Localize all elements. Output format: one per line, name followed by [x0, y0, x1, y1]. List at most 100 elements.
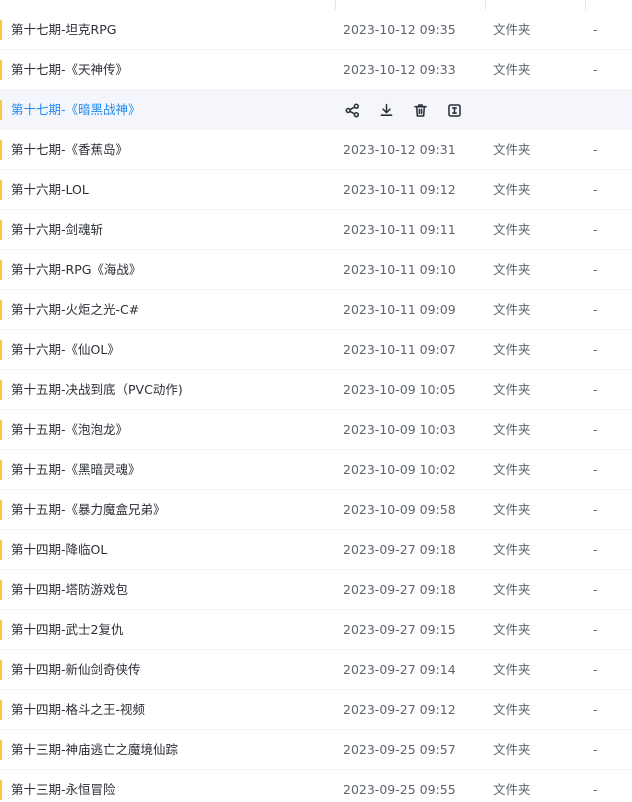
modified-date: 2023-10-11 09:10 [343, 262, 456, 277]
modified-date: 2023-10-11 09:12 [343, 182, 456, 197]
file-type: 文件夹 [493, 782, 531, 797]
modified-date: 2023-10-12 09:35 [343, 22, 456, 37]
folder-marker [0, 380, 2, 400]
table-row[interactable]: 第十四期-格斗之王-视频 2023-09-27 09:12 文件夹 - [0, 690, 632, 730]
file-type: 文件夹 [493, 62, 531, 77]
table-row[interactable]: 第十四期-武士2复仇 2023-09-27 09:15 文件夹 - [0, 610, 632, 650]
modified-date: 2023-10-09 10:02 [343, 462, 456, 477]
file-name[interactable]: 第十六期-RPG《海战》 [11, 250, 141, 290]
folder-marker [0, 60, 2, 80]
row-actions [342, 100, 464, 120]
file-type: 文件夹 [493, 502, 531, 517]
file-size: - [593, 462, 598, 477]
modified-date: 2023-10-11 09:07 [343, 342, 456, 357]
folder-marker [0, 620, 2, 640]
file-type: 文件夹 [493, 622, 531, 637]
modified-date: 2023-10-11 09:11 [343, 222, 456, 237]
file-name[interactable]: 第十五期-《泡泡龙》 [11, 410, 128, 450]
modified-date: 2023-09-27 09:14 [343, 662, 456, 677]
table-row[interactable]: 第十七期-《香蕉岛》 2023-10-12 09:31 文件夹 - [0, 130, 632, 170]
column-divider [485, 0, 486, 10]
file-name[interactable]: 第十三期-神庙逃亡之魔境仙踪 [11, 730, 178, 770]
folder-marker [0, 740, 2, 760]
folder-marker [0, 780, 2, 800]
share-icon[interactable] [342, 100, 362, 120]
file-name[interactable]: 第十四期-降临OL [11, 530, 107, 570]
folder-marker [0, 20, 2, 40]
folder-marker [0, 260, 2, 280]
file-name[interactable]: 第十六期-LOL [11, 170, 89, 210]
table-row[interactable]: 第十三期-神庙逃亡之魔境仙踪 2023-09-25 09:57 文件夹 - [0, 730, 632, 770]
table-row[interactable]: 第十五期-决战到底（PVC动作) 2023-10-09 10:05 文件夹 - [0, 370, 632, 410]
table-row[interactable]: 第十五期-《泡泡龙》 2023-10-09 10:03 文件夹 - [0, 410, 632, 450]
file-name[interactable]: 第十七期-坦克RPG [11, 10, 116, 50]
folder-marker [0, 660, 2, 680]
folder-marker [0, 340, 2, 360]
file-name[interactable]: 第十五期-《暴力魔盒兄弟》 [11, 490, 166, 530]
file-type: 文件夹 [493, 382, 531, 397]
file-name[interactable]: 第十四期-武士2复仇 [11, 610, 123, 650]
table-row[interactable]: 第十五期-《黑暗灵魂》 2023-10-09 10:02 文件夹 - [0, 450, 632, 490]
modified-date: 2023-10-09 10:05 [343, 382, 456, 397]
file-type: 文件夹 [493, 262, 531, 277]
folder-marker [0, 580, 2, 600]
folder-marker [0, 420, 2, 440]
table-row[interactable]: 第十四期-塔防游戏包 2023-09-27 09:18 文件夹 - [0, 570, 632, 610]
table-row[interactable]: 第十五期-《暴力魔盒兄弟》 2023-10-09 09:58 文件夹 - [0, 490, 632, 530]
file-name[interactable]: 第十六期-火炬之光-C# [11, 290, 139, 330]
column-divider [585, 0, 586, 10]
file-name[interactable]: 第十三期-永恒冒险 [11, 770, 116, 802]
table-row[interactable]: 第十六期-《仙OL》 2023-10-11 09:07 文件夹 - [0, 330, 632, 370]
table-row[interactable]: 第十七期-《天神传》 2023-10-12 09:33 文件夹 - [0, 50, 632, 90]
table-row[interactable]: 第十三期-永恒冒险 2023-09-25 09:55 文件夹 - [0, 770, 632, 802]
file-type: 文件夹 [493, 142, 531, 157]
table-row[interactable]: 第十七期-坦克RPG 2023-10-12 09:35 文件夹 - [0, 10, 632, 50]
file-name[interactable]: 第十四期-塔防游戏包 [11, 570, 128, 610]
file-type: 文件夹 [493, 702, 531, 717]
table-row[interactable]: 第十四期-降临OL 2023-09-27 09:18 文件夹 - [0, 530, 632, 570]
file-name[interactable]: 第十四期-格斗之王-视频 [11, 690, 145, 730]
modified-date: 2023-09-27 09:12 [343, 702, 456, 717]
file-size: - [593, 342, 598, 357]
modified-date: 2023-09-25 09:55 [343, 782, 456, 797]
file-name[interactable]: 第十七期-《香蕉岛》 [11, 130, 128, 170]
table-row[interactable]: 第十七期-《暗黑战神》 [0, 90, 632, 130]
file-type: 文件夹 [493, 462, 531, 477]
file-size: - [593, 22, 598, 37]
table-row[interactable]: 第十六期-RPG《海战》 2023-10-11 09:10 文件夹 - [0, 250, 632, 290]
file-size: - [593, 262, 598, 277]
folder-marker [0, 300, 2, 320]
modified-date: 2023-09-27 09:15 [343, 622, 456, 637]
table-row[interactable]: 第十六期-LOL 2023-10-11 09:12 文件夹 - [0, 170, 632, 210]
modified-date: 2023-09-27 09:18 [343, 582, 456, 597]
file-name[interactable]: 第十六期-剑魂斩 [11, 210, 103, 250]
modified-date: 2023-10-12 09:31 [343, 142, 456, 157]
file-name[interactable]: 第十七期-《天神传》 [11, 50, 128, 90]
table-row[interactable]: 第十四期-新仙剑奇侠传 2023-09-27 09:14 文件夹 - [0, 650, 632, 690]
file-name[interactable]: 第十四期-新仙剑奇侠传 [11, 650, 141, 690]
file-size: - [593, 582, 598, 597]
folder-marker [0, 180, 2, 200]
table-row[interactable]: 第十六期-剑魂斩 2023-10-11 09:11 文件夹 - [0, 210, 632, 250]
file-size: - [593, 302, 598, 317]
modified-date: 2023-09-27 09:18 [343, 542, 456, 557]
file-name[interactable]: 第十七期-《暗黑战神》 [11, 90, 141, 130]
file-size: - [593, 782, 598, 797]
folder-marker [0, 500, 2, 520]
file-size: - [593, 622, 598, 637]
file-size: - [593, 142, 598, 157]
folder-marker [0, 460, 2, 480]
rename-icon[interactable] [444, 100, 464, 120]
table-row[interactable]: 第十六期-火炬之光-C# 2023-10-11 09:09 文件夹 - [0, 290, 632, 330]
folder-marker [0, 100, 2, 120]
trash-icon[interactable] [410, 100, 430, 120]
file-name[interactable]: 第十五期-决战到底（PVC动作) [11, 370, 183, 410]
file-size: - [593, 382, 598, 397]
file-name[interactable]: 第十五期-《黑暗灵魂》 [11, 450, 141, 490]
download-icon[interactable] [376, 100, 396, 120]
file-type: 文件夹 [493, 302, 531, 317]
file-type: 文件夹 [493, 662, 531, 677]
file-name[interactable]: 第十六期-《仙OL》 [11, 330, 120, 370]
modified-date: 2023-10-09 10:03 [343, 422, 456, 437]
file-type: 文件夹 [493, 542, 531, 557]
